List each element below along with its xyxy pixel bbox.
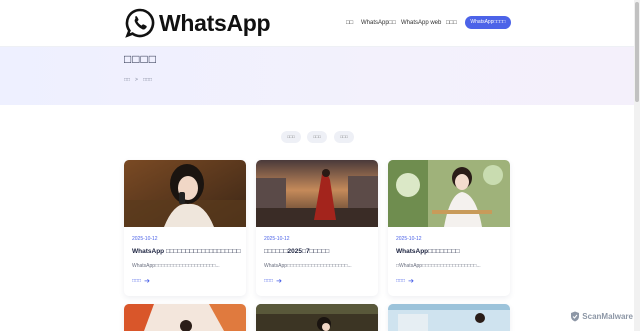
- read-more-link[interactable]: □□□ ➔: [132, 277, 150, 285]
- breadcrumb-current: □□□: [142, 77, 153, 83]
- article-title[interactable]: □□□□□□2025□7□□□□□: [264, 248, 329, 255]
- article-excerpt: WhatsApp□□□□□□□□□□□□□□□□□□□□...: [264, 263, 352, 269]
- read-more-label: □□□: [264, 278, 274, 284]
- article-excerpt: □WhatsApp□□□□□□□□□□□□□□□□□□...: [396, 263, 481, 269]
- article-title[interactable]: WhatsApp□□□□□□□□: [396, 248, 460, 255]
- article-image: [124, 160, 246, 227]
- article-title[interactable]: WhatsApp □□□□□□□□□□□□□□□□□□□: [132, 248, 241, 255]
- watermark-text: ScanMalware: [582, 312, 633, 321]
- article-card[interactable]: [388, 304, 510, 331]
- filter-chip[interactable]: □□□: [281, 131, 301, 143]
- page-scrollbar[interactable]: [634, 0, 640, 331]
- article-image: [124, 304, 246, 331]
- scrollbar-thumb[interactable]: [635, 2, 639, 102]
- nav-item-home[interactable]: □□: [346, 17, 353, 29]
- breadcrumb: □□ > □□□: [124, 77, 152, 83]
- filter-chip[interactable]: □□□: [334, 131, 354, 143]
- watermark: ScanMalware: [570, 311, 633, 322]
- article-card[interactable]: [256, 304, 378, 331]
- nav-item-blog[interactable]: □□□: [446, 17, 457, 29]
- article-image: [256, 160, 378, 227]
- nav-item-web[interactable]: WhatsApp web: [401, 17, 441, 29]
- site-header: WhatsApp □□ WhatsApp□□ WhatsApp web □□□ …: [0, 0, 634, 47]
- download-cta-button[interactable]: WhatsApp□□□□: [465, 16, 511, 29]
- category-filters: □□□ □□□ □□□: [0, 131, 634, 143]
- article-card[interactable]: 2025-10-12 □□□□□□2025□7□□□□□ WhatsApp□□□…: [256, 160, 378, 296]
- page-title: □□□□: [124, 52, 157, 66]
- arrow-right-icon: ➔: [408, 277, 414, 285]
- article-date: 2025-10-12: [264, 236, 290, 242]
- article-card[interactable]: 2025-10-12 WhatsApp □□□□□□□□□□□□□□□□□□□ …: [124, 160, 246, 296]
- main-nav: □□ WhatsApp□□ WhatsApp web □□□: [0, 17, 634, 29]
- article-image: [256, 304, 378, 331]
- page-banner: □□□□ □□ > □□□: [0, 47, 634, 105]
- breadcrumb-home[interactable]: □□: [124, 77, 130, 83]
- read-more-link[interactable]: □□□ ➔: [264, 277, 282, 285]
- nav-item-download[interactable]: WhatsApp□□: [361, 17, 396, 29]
- article-excerpt: WhatsApp□□□□□□□□□□□□□□□□□□□□...: [132, 263, 220, 269]
- arrow-right-icon: ➔: [276, 277, 282, 285]
- article-date: 2025-10-12: [396, 236, 422, 242]
- shield-icon: [571, 311, 580, 322]
- read-more-label: □□□: [396, 278, 406, 284]
- article-card[interactable]: [124, 304, 246, 331]
- article-card[interactable]: 2025-10-12 WhatsApp□□□□□□□□ □WhatsApp□□□…: [388, 160, 510, 296]
- read-more-link[interactable]: □□□ ➔: [396, 277, 414, 285]
- filter-chip[interactable]: □□□: [307, 131, 327, 143]
- read-more-label: □□□: [132, 278, 142, 284]
- article-image: [388, 160, 510, 227]
- breadcrumb-separator: >: [135, 77, 138, 83]
- article-date: 2025-10-12: [132, 236, 158, 242]
- arrow-right-icon: ➔: [144, 277, 150, 285]
- article-image: [388, 304, 510, 331]
